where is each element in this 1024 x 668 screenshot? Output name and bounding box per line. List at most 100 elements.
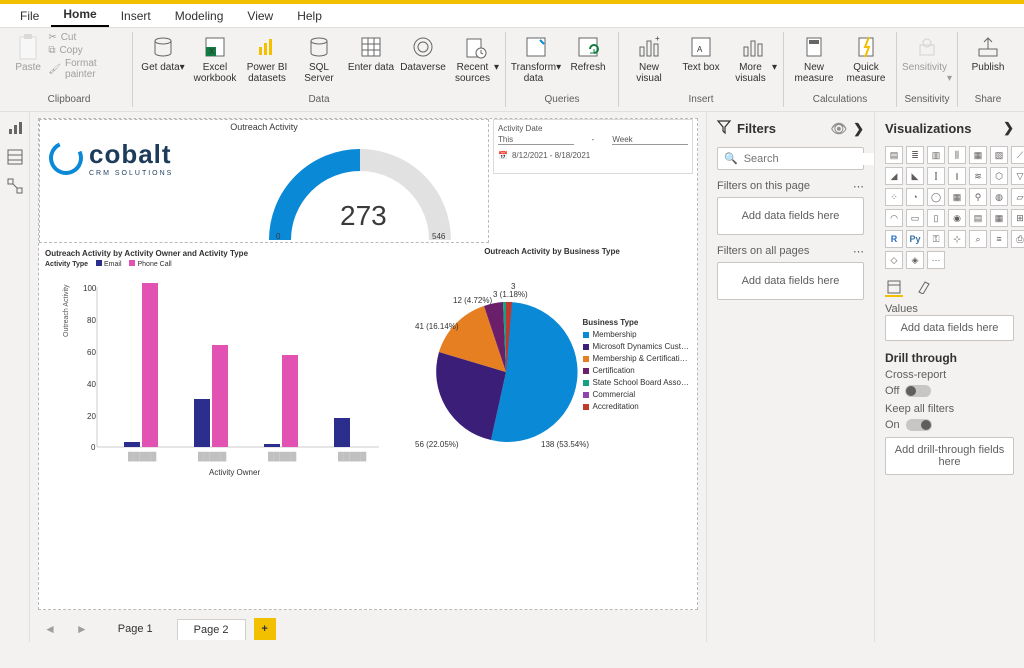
viz-card[interactable]: ▭ <box>906 209 924 227</box>
page-filter-drop[interactable]: Add data fields here <box>717 197 864 235</box>
collapse-filters-icon[interactable]: ❯ <box>853 121 864 137</box>
add-page-button[interactable]: + <box>254 618 276 640</box>
pbi-datasets-button[interactable]: Power BI datasets <box>243 32 291 86</box>
more-icon[interactable]: ⋯ <box>853 245 864 258</box>
new-visual-button[interactable]: +New visual <box>625 32 673 86</box>
menu-insert[interactable]: Insert <box>109 5 163 27</box>
viz-line[interactable]: ⟋ <box>1011 146 1024 164</box>
viz-stacked-col[interactable]: ▥ <box>927 146 945 164</box>
values-drop[interactable]: Add data fields here <box>885 315 1014 341</box>
viz-treemap[interactable]: ▦ <box>948 188 966 206</box>
format-painter-button[interactable]: 🖌Format painter <box>48 58 126 80</box>
viz-clustered-col[interactable]: ⫼ <box>948 146 966 164</box>
eye-icon[interactable]: 👁 <box>831 121 848 137</box>
drillthrough-drop[interactable]: Add drill-through fields here <box>885 437 1014 475</box>
quick-measure-button[interactable]: Quick measure <box>842 32 890 86</box>
svg-text:80: 80 <box>87 316 96 325</box>
viz-line-col[interactable]: ⫿ <box>927 167 945 185</box>
more-icon[interactable]: ⋯ <box>853 180 864 193</box>
report-view-icon[interactable] <box>7 120 23 139</box>
menu-home[interactable]: Home <box>51 3 108 27</box>
recent-sources-button[interactable]: Recent sources ▾ <box>451 32 499 86</box>
viz-gauge[interactable]: ◠ <box>885 209 903 227</box>
format-tab[interactable] <box>915 279 933 297</box>
viz-decomp[interactable]: ⊹ <box>948 230 966 248</box>
copy-button[interactable]: ⧉Copy <box>48 45 126 56</box>
viz-shape-map[interactable]: ▱ <box>1011 188 1024 206</box>
refresh-button[interactable]: Refresh <box>564 32 612 86</box>
viz-stacked-area[interactable]: ◣ <box>906 167 924 185</box>
cross-report-toggle[interactable] <box>905 385 931 397</box>
gauge-visual[interactable]: Outreach Activity 273 0 546 <box>39 119 489 243</box>
viz-slicer[interactable]: ▤ <box>969 209 987 227</box>
viz-smart-narrative[interactable]: ≡ <box>990 230 1008 248</box>
viz-area[interactable]: ◢ <box>885 167 903 185</box>
svg-text:A: A <box>697 45 703 54</box>
viz-scatter[interactable]: ⁘ <box>885 188 903 206</box>
viz-python[interactable]: Py <box>906 230 924 248</box>
viz-100-bar[interactable]: ▦ <box>969 146 987 164</box>
page-tab-2[interactable]: Page 2 <box>177 619 246 640</box>
menu-file[interactable]: File <box>8 5 51 27</box>
viz-stacked-bar[interactable]: ▤ <box>885 146 903 164</box>
sql-server-button[interactable]: SQL Server <box>295 32 343 86</box>
viz-arcgis[interactable]: ◇ <box>885 251 903 269</box>
pie-chart-visual[interactable]: Outreach Activity by Business Type 138 (… <box>411 247 693 497</box>
viz-r[interactable]: R <box>885 230 903 248</box>
filter-search[interactable]: 🔍 <box>717 147 864 170</box>
publish-button[interactable]: Publish <box>964 32 1012 86</box>
get-data-button[interactable]: Get data ▾ <box>139 32 187 86</box>
viz-paginated[interactable]: ⎙ <box>1011 230 1024 248</box>
model-view-icon[interactable] <box>7 178 23 197</box>
menu-view[interactable]: View <box>235 5 285 27</box>
all-filter-drop[interactable]: Add data fields here <box>717 262 864 300</box>
date-slicer[interactable]: Activity Date This - Week 📅8/12/2021 - 8… <box>493 119 693 174</box>
fields-tab[interactable] <box>885 279 903 297</box>
report-canvas[interactable]: Outreach Activity 273 0 546 cobalt CRM S… <box>38 118 698 610</box>
enter-data-button[interactable]: Enter data <box>347 32 395 86</box>
viz-powerapps[interactable]: ◈ <box>906 251 924 269</box>
viz-100-col[interactable]: ▧ <box>990 146 1008 164</box>
date-field1[interactable]: This <box>498 135 574 145</box>
excel-button[interactable]: XExcel workbook <box>191 32 239 86</box>
text-box-button[interactable]: AText box <box>677 32 725 86</box>
sensitivity-button[interactable]: Sensitivity▾ <box>903 32 951 86</box>
viz-key-influencers[interactable]: ⚿ <box>927 230 945 248</box>
viz-pie[interactable]: ◔ <box>906 188 924 206</box>
viz-waterfall[interactable]: ⬡ <box>990 167 1008 185</box>
bar-chart-visual[interactable]: Outreach Activity by Activity Owner and … <box>39 247 409 497</box>
data-view-icon[interactable] <box>7 149 23 168</box>
viz-filled-map[interactable]: ◍ <box>990 188 1008 206</box>
viz-matrix[interactable]: ⊞ <box>1011 209 1024 227</box>
page-tab-1[interactable]: Page 1 <box>102 619 169 639</box>
viz-multi-card[interactable]: ▯ <box>927 209 945 227</box>
date-field2[interactable]: Week <box>612 135 688 145</box>
viz-kpi[interactable]: ◉ <box>948 209 966 227</box>
viz-ribbon[interactable]: ≋ <box>969 167 987 185</box>
bar-chart-legend: Activity Type Email Phone Call <box>39 260 409 268</box>
viz-map[interactable]: ⚲ <box>969 188 987 206</box>
viz-line-col2[interactable]: ⫾ <box>948 167 966 185</box>
viz-donut[interactable]: ◯ <box>927 188 945 206</box>
keep-filters-toggle[interactable] <box>906 419 932 431</box>
workspace: Outreach Activity 273 0 546 cobalt CRM S… <box>0 112 1024 642</box>
viz-clustered-bar[interactable]: ≣ <box>906 146 924 164</box>
viz-qna[interactable]: ⌕ <box>969 230 987 248</box>
filter-search-input[interactable] <box>744 153 886 165</box>
viz-funnel[interactable]: ▽ <box>1011 167 1024 185</box>
more-visuals-button[interactable]: More visuals ▾ <box>729 32 777 86</box>
next-page-arrow[interactable]: ► <box>70 622 94 636</box>
ribbon-group-share: Publish Share <box>958 32 1018 107</box>
paste-button[interactable]: Paste <box>12 32 44 86</box>
collapse-viz-icon[interactable]: ❯ <box>1003 120 1014 136</box>
prev-page-arrow[interactable]: ◄ <box>38 622 62 636</box>
transform-data-button[interactable]: Transform data ▾ <box>512 32 560 86</box>
ribbon-group-queries: Transform data ▾ Refresh Queries <box>506 32 619 107</box>
menu-help[interactable]: Help <box>285 5 334 27</box>
menu-modeling[interactable]: Modeling <box>163 5 236 27</box>
viz-table[interactable]: ▦ <box>990 209 1008 227</box>
cut-button[interactable]: ✂Cut <box>48 32 126 43</box>
new-measure-button[interactable]: New measure <box>790 32 838 86</box>
dataverse-button[interactable]: Dataverse <box>399 32 447 86</box>
viz-more[interactable]: ⋯ <box>927 251 945 269</box>
